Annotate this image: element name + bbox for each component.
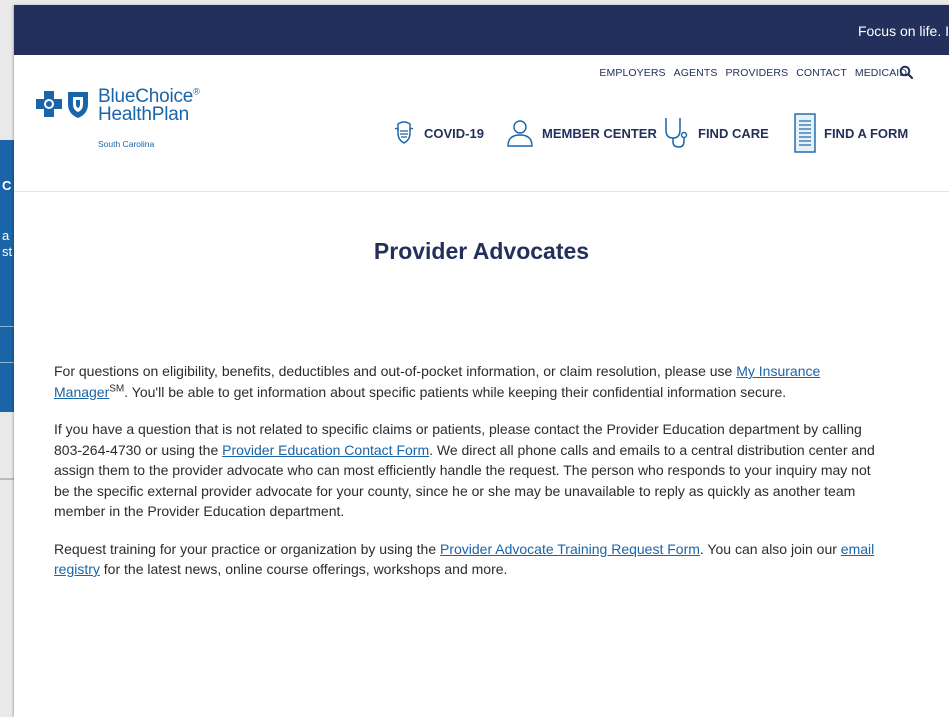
provider-education-contact-form-link[interactable]: Provider Education Contact Form — [222, 442, 429, 458]
nav-find-care[interactable]: FIND CARE — [662, 113, 769, 153]
nav-covid-19-label: COVID-19 — [424, 125, 484, 141]
nav-covid-19[interactable]: COVID-19 — [392, 113, 484, 153]
site-logo[interactable]: BlueChoice® HealthPlan South Carolina — [34, 86, 214, 150]
form-icon — [794, 113, 816, 153]
tagline: Focus on life. I — [857, 23, 949, 39]
util-nav-agents[interactable]: AGENTS — [674, 67, 718, 79]
service-mark: SM — [109, 382, 125, 394]
paragraph-2: If you have a question that is not relat… — [54, 421, 875, 519]
utility-nav: EMPLOYERS AGENTS PROVIDERS CONTACT MEDIC… — [599, 67, 907, 79]
nav-find-a-form-label: FIND A FORM — [824, 125, 909, 141]
background-divider — [0, 362, 14, 363]
util-nav-providers[interactable]: PROVIDERS — [725, 67, 788, 79]
background-fragment: a — [2, 228, 10, 243]
paragraph-3: Request training for your practice or or… — [54, 540, 875, 578]
blue-cross-blue-shield-logo-icon — [36, 91, 88, 118]
top-bar: Focus on life. I — [14, 5, 949, 55]
logo-brand-line2: HealthPlan — [98, 104, 189, 125]
background-divider — [0, 326, 14, 327]
background-fragment: C — [2, 178, 12, 193]
person-icon — [507, 120, 533, 147]
nav-find-a-form[interactable]: FIND A FORM — [794, 113, 908, 153]
nav-member-center[interactable]: MEMBER CENTER — [506, 113, 657, 153]
paragraph-1: For questions on eligibility, benefits, … — [54, 363, 821, 400]
mask-icon — [394, 121, 414, 144]
util-nav-employers[interactable]: EMPLOYERS — [599, 67, 665, 79]
nav-member-center-label: MEMBER CENTER — [542, 125, 657, 141]
util-nav-contact[interactable]: CONTACT — [796, 67, 847, 79]
page-title: Provider Advocates — [373, 238, 590, 264]
background-divider — [0, 478, 14, 480]
nav-find-care-label: FIND CARE — [698, 125, 769, 141]
stethoscope-icon — [665, 118, 688, 148]
logo-region: South Carolina — [98, 139, 155, 149]
browser-page: Focus on life. I EMPLOYERS AGENTS PROVID… — [14, 5, 949, 717]
background-blue-panel: C a st — [0, 140, 14, 412]
page-content: For questions on eligibility, benefits, … — [54, 361, 876, 597]
background-fragment: st — [2, 244, 13, 259]
search-icon[interactable] — [899, 65, 913, 79]
provider-advocate-training-request-form-link[interactable]: Provider Advocate Training Request Form — [440, 541, 700, 557]
header-divider — [14, 191, 949, 192]
